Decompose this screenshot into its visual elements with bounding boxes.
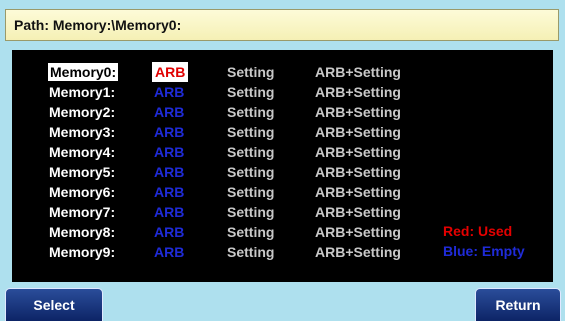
memory-name[interactable]: Memory2: [49, 102, 115, 122]
memory-name[interactable]: Memory0: [47, 62, 120, 82]
legend-used: Red: Used [443, 223, 513, 239]
memory-setting-option[interactable]: Setting [227, 242, 274, 262]
memory-arb-setting-option[interactable]: ARB+Setting [315, 202, 401, 222]
memory-name[interactable]: Memory9: [49, 242, 115, 262]
memory-setting-option[interactable]: Setting [227, 202, 274, 222]
memory-name[interactable]: Memory1: [49, 82, 115, 102]
legend-empty: Blue: Empty [443, 243, 525, 259]
memory-arb-setting-option[interactable]: ARB+Setting [315, 62, 401, 82]
memory-setting-option[interactable]: Setting [227, 162, 274, 182]
memory-arb-option[interactable]: ARB [154, 82, 184, 102]
memory-list-panel: Memory0: ARB Setting ARB+Setting Memory1: ARB… [12, 50, 553, 282]
memory-arb-setting-option[interactable]: ARB+Setting [315, 222, 401, 242]
memory-name[interactable]: Memory3: [49, 122, 115, 142]
memory-name[interactable]: Memory7: [49, 202, 115, 222]
memory-arb-setting-option[interactable]: ARB+Setting [315, 182, 401, 202]
memory-arb-option[interactable]: ARB [154, 242, 184, 262]
memory-setting-option[interactable]: Setting [227, 222, 274, 242]
memory-arb-setting-option[interactable]: ARB+Setting [315, 142, 401, 162]
path-label: Path: Memory:\Memory0: [14, 17, 182, 33]
memory-arb-setting-option[interactable]: ARB+Setting [315, 162, 401, 182]
memory-arb-option[interactable]: ARB [154, 122, 184, 142]
memory-arb-setting-option[interactable]: ARB+Setting [315, 242, 401, 262]
memory-arb-setting-option[interactable]: ARB+Setting [315, 102, 401, 122]
memory-arb-setting-option[interactable]: ARB+Setting [315, 82, 401, 102]
memory-arb-option[interactable]: ARB [154, 162, 184, 182]
memory-row[interactable]: Memory3: ARB Setting ARB+Setting [12, 122, 553, 142]
memory-row[interactable]: Memory6: ARB Setting ARB+Setting [12, 182, 553, 202]
memory-setting-option[interactable]: Setting [227, 142, 274, 162]
memory-row[interactable]: Memory1: ARB Setting ARB+Setting [12, 82, 553, 102]
memory-row[interactable]: Memory0: ARB Setting ARB+Setting [12, 62, 553, 82]
path-bar: Path: Memory:\Memory0: [5, 9, 559, 41]
memory-name[interactable]: Memory4: [49, 142, 115, 162]
memory-screen: Path: Memory:\Memory0: Memory0: ARB Settin… [0, 0, 565, 321]
memory-arb-option[interactable]: ARB [154, 202, 184, 222]
memory-name[interactable]: Memory6: [49, 182, 115, 202]
select-softkey[interactable]: Select [5, 288, 103, 321]
memory-name[interactable]: Memory5: [49, 162, 115, 182]
memory-row[interactable]: Memory4: ARB Setting ARB+Setting [12, 142, 553, 162]
memory-arb-option[interactable]: ARB [154, 142, 184, 162]
memory-setting-option[interactable]: Setting [227, 182, 274, 202]
memory-setting-option[interactable]: Setting [227, 122, 274, 142]
memory-arb-option[interactable]: ARB [154, 182, 184, 202]
memory-row[interactable]: Memory5: ARB Setting ARB+Setting [12, 162, 553, 182]
memory-setting-option[interactable]: Setting [227, 82, 274, 102]
memory-row[interactable]: Memory2: ARB Setting ARB+Setting [12, 102, 553, 122]
memory-arb-option[interactable]: ARB [154, 102, 184, 122]
return-softkey[interactable]: Return [475, 288, 561, 321]
memory-row[interactable]: Memory7: ARB Setting ARB+Setting [12, 202, 553, 222]
memory-arb-setting-option[interactable]: ARB+Setting [315, 122, 401, 142]
memory-name[interactable]: Memory8: [49, 222, 115, 242]
memory-setting-option[interactable]: Setting [227, 102, 274, 122]
memory-setting-option[interactable]: Setting [227, 62, 274, 82]
memory-arb-option[interactable]: ARB [152, 62, 189, 82]
memory-arb-option[interactable]: ARB [154, 222, 184, 242]
